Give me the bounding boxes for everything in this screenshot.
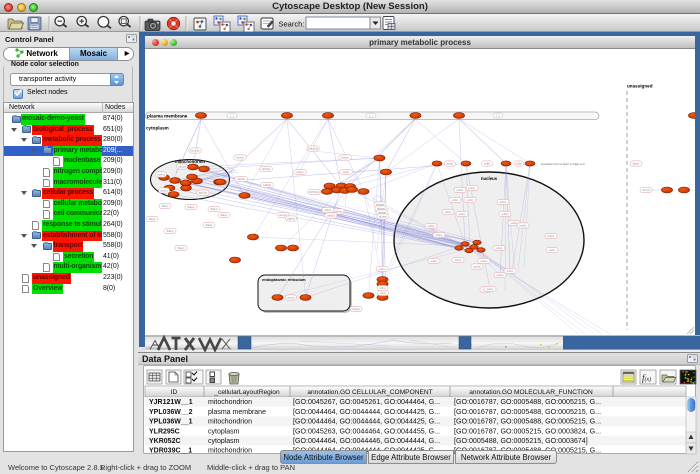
svg-text:fum(s): fum(s) <box>236 156 244 160</box>
svg-text:endoplasmic reticulum: endoplasmic reticulum <box>262 277 306 282</box>
svg-text:cyt(s): cyt(s) <box>343 170 350 174</box>
svg-text:[GO:0016787, GO:0005488, GO:00: [GO:0016787, GO:0005488, GO:0005215, G..… <box>454 408 601 416</box>
svg-text:tom(s): tom(s) <box>642 188 650 192</box>
svg-text:pol(s): pol(s) <box>436 233 443 237</box>
svg-text:pol(s): pol(s) <box>549 248 556 252</box>
svg-text:pol(s): pol(s) <box>497 273 504 277</box>
svg-text:nucleus: nucleus <box>481 176 498 181</box>
svg-text:pgk(s): pgk(s) <box>287 217 295 221</box>
svg-text:tdh(s): tdh(s) <box>325 208 332 212</box>
svg-text:pol(s): pol(s) <box>431 259 438 263</box>
svg-text:su(b): su(b) <box>516 162 522 166</box>
svg-text:[...]: [...] <box>496 114 500 118</box>
svg-text:fba(s): fba(s) <box>162 204 169 208</box>
svg-text:pol(s): pol(s) <box>452 198 459 202</box>
svg-text:cox(z): cox(z) <box>160 189 167 193</box>
svg-text:pol(s): pol(s) <box>548 234 555 238</box>
svg-text:pol(s): pol(s) <box>502 212 509 216</box>
svg-text:pol(s): pol(s) <box>455 258 462 262</box>
svg-text:mdh(s): mdh(s) <box>263 183 271 187</box>
svg-text:cytoplasm: cytoplasm <box>208 428 240 435</box>
svg-text:annotation GO su b|aro su b|gl: annotation GO su b|aro su b|glu su b <box>541 162 585 166</box>
svg-text:cytoplasm: cytoplasm <box>146 126 169 131</box>
svg-text:_cellularLayoutRegion: _cellularLayoutRegion <box>213 389 280 396</box>
svg-text:rpl(s): rpl(s) <box>379 286 385 290</box>
svg-text:rib(sm): rib(sm) <box>379 215 387 219</box>
svg-text:[GO:0044464, GO:0044446, GO:00: [GO:0044464, GO:0044446, GO:0044444, G..… <box>293 437 440 445</box>
svg-text:YJR121W__1: YJR121W__1 <box>149 399 193 406</box>
svg-text:pol(s): pol(s) <box>457 188 464 192</box>
svg-text:YDR039C__1: YDR039C__1 <box>149 448 192 455</box>
svg-text:hsp(s): hsp(s) <box>352 307 360 311</box>
svg-text:ilv(sm): ilv(sm) <box>341 156 349 160</box>
svg-text:[GO:0045263, GO:0044464, GO:00: [GO:0045263, GO:0044464, GO:0044455, G..… <box>293 427 440 435</box>
svg-text:pol(s): pol(s) <box>520 224 527 228</box>
svg-text:[GO:0044464, GO:0044444, GO:00: [GO:0044464, GO:0044444, GO:0044425, G..… <box>293 418 440 426</box>
svg-text:bcs1(s): bcs1(s) <box>191 149 200 153</box>
svg-text:fba(s): fba(s) <box>221 213 228 217</box>
svg-text:mitochondrion: mitochondrion <box>208 419 252 426</box>
svg-text:ace(s): ace(s) <box>157 173 165 177</box>
svg-text:mitochondrion: mitochondrion <box>208 448 252 455</box>
svg-text:Search:: Search: <box>279 20 305 29</box>
svg-text:rp(s): rp(s) <box>380 291 386 295</box>
svg-text:pol(s): pol(s) <box>459 212 466 216</box>
svg-text:pol(s): pol(s) <box>467 198 474 202</box>
svg-text:plasma membrane: plasma membrane <box>147 113 188 118</box>
svg-text:GdhD(s): GdhD(s) <box>308 147 318 151</box>
svg-text:pre(s): pre(s) <box>378 267 385 271</box>
svg-text:kin(s): kin(s) <box>633 162 640 166</box>
svg-text:pdx(s): pdx(s) <box>178 165 186 169</box>
svg-text:[GO:0016787, GO:0005488, GO:00: [GO:0016787, GO:0005488, GO:0005215, G..… <box>454 418 601 426</box>
svg-text:cit(sm): cit(sm) <box>237 177 245 181</box>
svg-text:[...]: [...] <box>369 114 373 118</box>
svg-text:pol(s): pol(s) <box>481 259 488 263</box>
svg-text:annotation.GO CELLULAR_COMPONE: annotation.GO CELLULAR_COMPONENT <box>307 389 432 396</box>
svg-text:fba(s): fba(s) <box>167 229 174 233</box>
svg-text:plasma membrane: plasma membrane <box>208 409 266 416</box>
svg-text:pol(s): pol(s) <box>469 186 476 190</box>
svg-text:[GO:0045267, GO:0045261, GO:00: [GO:0045267, GO:0045261, GO:0044464, G..… <box>293 398 440 406</box>
svg-text:YKR052C: YKR052C <box>149 438 181 445</box>
svg-text:cdc(s): cdc(s) <box>327 214 334 218</box>
svg-text:sec(s): sec(s) <box>287 296 294 300</box>
svg-text:annotation.GO MOLECULAR_FUNCTI: annotation.GO MOLECULAR_FUNCTION <box>469 389 593 396</box>
svg-text:pol(s): pol(s) <box>500 200 507 204</box>
svg-text:cytoplasm: cytoplasm <box>208 438 240 445</box>
svg-text:fba(s): fba(s) <box>149 217 156 221</box>
svg-text:fba(s): fba(s) <box>188 205 195 209</box>
svg-text:YPL036W__2: YPL036W__2 <box>149 409 193 416</box>
svg-text:unassigned: unassigned <box>627 84 653 89</box>
svg-text:atp2(s): atp2(s) <box>199 191 207 195</box>
svg-text:fba(s): fba(s) <box>211 207 218 211</box>
svg-text:pol(s): pol(s) <box>445 210 452 214</box>
svg-text:YPL036W__1: YPL036W__1 <box>149 419 193 426</box>
svg-text:ID: ID <box>171 389 178 396</box>
svg-text:[...]: [...] <box>230 114 234 118</box>
svg-text:pol(s): pol(s) <box>511 221 518 225</box>
svg-text:fba(s): fba(s) <box>178 246 185 250</box>
svg-text:su(s): su(s) <box>447 162 453 166</box>
svg-text:mitochondrion: mitochondrion <box>208 399 252 406</box>
svg-text:nop(s): nop(s) <box>473 265 481 269</box>
svg-text:[GO:0044464, GO:0044444, GO:00: [GO:0044464, GO:0044444, GO:0044425, G..… <box>293 408 440 416</box>
svg-text:[GO:0005488, GO:0005215, GO:00: [GO:0005488, GO:0005215, GO:0003674] <box>454 437 588 445</box>
svg-text:CPOX(s): CPOX(s) <box>309 190 320 194</box>
svg-text:YLR295C: YLR295C <box>149 428 180 435</box>
svg-text:[GO:0016787, GO:0005215, GO:00: [GO:0016787, GO:0005215, GO:0003824, G..… <box>454 427 601 435</box>
svg-text:eno(s): eno(s) <box>279 213 287 217</box>
svg-text:[GO:0016787, GO:0005488, GO:00: [GO:0016787, GO:0005488, GO:0005215, G..… <box>454 398 601 406</box>
svg-text:pol(s): pol(s) <box>487 287 494 291</box>
svg-text:pol(s): pol(s) <box>507 269 514 273</box>
svg-text:fba(s): fba(s) <box>206 223 213 227</box>
svg-text:pol(s): pol(s) <box>496 246 503 250</box>
svg-text:pol(s): pol(s) <box>428 224 435 228</box>
svg-text:mitochondrion: mitochondrion <box>175 159 205 164</box>
svg-text:pet(s): pet(s) <box>297 170 304 174</box>
svg-text:idh1(s): idh1(s) <box>262 167 270 171</box>
svg-text:su(b): su(b) <box>484 162 490 166</box>
